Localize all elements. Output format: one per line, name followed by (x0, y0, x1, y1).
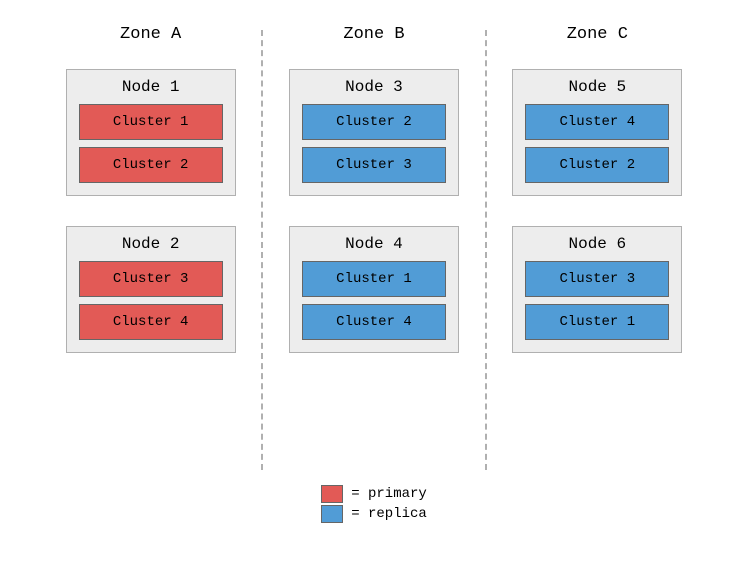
cluster-replica: Cluster 3 (302, 147, 446, 183)
cluster-primary: Cluster 3 (79, 261, 223, 297)
node-title: Node 4 (302, 235, 446, 253)
cluster-primary: Cluster 4 (79, 304, 223, 340)
legend: = primary = replica (321, 485, 427, 523)
node-3: Node 3 Cluster 2 Cluster 3 (289, 69, 459, 196)
node-4: Node 4 Cluster 1 Cluster 4 (289, 226, 459, 353)
primary-swatch-icon (321, 485, 343, 503)
node-5: Node 5 Cluster 4 Cluster 2 (512, 69, 682, 196)
zone-title: Zone C (567, 25, 628, 44)
zone-a: Zone A Node 1 Cluster 1 Cluster 2 Node 2… (40, 25, 261, 470)
zone-b: Zone B Node 3 Cluster 2 Cluster 3 Node 4… (263, 25, 484, 470)
cluster-primary: Cluster 2 (79, 147, 223, 183)
node-2: Node 2 Cluster 3 Cluster 4 (66, 226, 236, 353)
legend-item-replica: = replica (321, 505, 427, 523)
node-6: Node 6 Cluster 3 Cluster 1 (512, 226, 682, 353)
node-title: Node 1 (79, 78, 223, 96)
node-title: Node 2 (79, 235, 223, 253)
cluster-primary: Cluster 1 (79, 104, 223, 140)
zone-c: Zone C Node 5 Cluster 4 Cluster 2 Node 6… (487, 25, 708, 470)
cluster-replica: Cluster 1 (525, 304, 669, 340)
cluster-replica: Cluster 4 (525, 104, 669, 140)
zone-title: Zone A (120, 25, 181, 44)
cluster-replica: Cluster 4 (302, 304, 446, 340)
node-title: Node 3 (302, 78, 446, 96)
cluster-replica: Cluster 2 (525, 147, 669, 183)
zone-title: Zone B (343, 25, 404, 44)
legend-label: = primary (351, 486, 427, 502)
legend-item-primary: = primary (321, 485, 427, 503)
cluster-replica: Cluster 3 (525, 261, 669, 297)
node-title: Node 5 (525, 78, 669, 96)
cluster-replica: Cluster 2 (302, 104, 446, 140)
replica-swatch-icon (321, 505, 343, 523)
legend-label: = replica (351, 506, 427, 522)
cluster-replica: Cluster 1 (302, 261, 446, 297)
node-1: Node 1 Cluster 1 Cluster 2 (66, 69, 236, 196)
zone-diagram: Zone A Node 1 Cluster 1 Cluster 2 Node 2… (0, 0, 748, 485)
node-title: Node 6 (525, 235, 669, 253)
